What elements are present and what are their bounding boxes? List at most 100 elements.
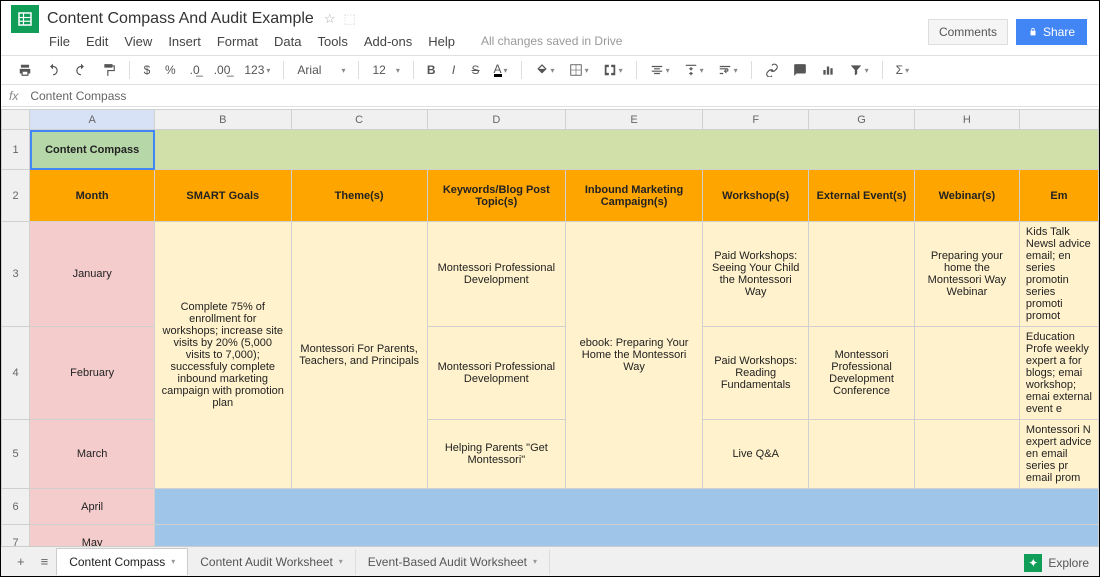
cell-I5[interactable]: Montessori N expert advice en email seri… <box>1019 420 1098 489</box>
column-header-D[interactable]: D <box>427 110 565 130</box>
cell-E3[interactable]: ebook: Preparing Your Home the Montessor… <box>565 222 702 489</box>
print-icon[interactable] <box>13 60 37 80</box>
cell-F3[interactable]: Paid Workshops: Seeing Your Child the Mo… <box>703 222 809 327</box>
sheet-tab-content-compass[interactable]: Content Compass▾ <box>56 548 188 575</box>
column-header-G[interactable]: G <box>809 110 915 130</box>
filter-icon[interactable]: ▾ <box>844 60 874 80</box>
chevron-down-icon[interactable]: ▾ <box>533 557 537 566</box>
formula-content[interactable]: Content Compass <box>30 89 126 103</box>
menu-addons[interactable]: Add-ons <box>364 34 412 49</box>
row-header-5[interactable]: 5 <box>2 420 30 489</box>
merge-cells-icon[interactable]: ▾ <box>598 60 628 80</box>
star-icon[interactable]: ☆ <box>324 11 336 27</box>
cell-H5[interactable] <box>914 420 1019 489</box>
cell-B2[interactable]: SMART Goals <box>155 170 291 222</box>
italic-icon[interactable]: I <box>445 60 463 80</box>
menu-insert[interactable]: Insert <box>168 34 201 49</box>
font-family-dropdown[interactable]: Arial▾ <box>292 60 350 80</box>
horizontal-align-icon[interactable]: ▾ <box>645 60 675 80</box>
cell-I2[interactable]: Em <box>1019 170 1098 222</box>
decrease-decimal-icon[interactable]: .0̲ <box>185 60 205 80</box>
cell-A6[interactable]: April <box>30 489 155 525</box>
vertical-align-icon[interactable]: ▾ <box>679 60 709 80</box>
column-header-I[interactable] <box>1019 110 1098 130</box>
cell-B3[interactable]: Complete 75% of enrollment for workshops… <box>155 222 291 489</box>
insert-link-icon[interactable] <box>760 60 784 80</box>
insert-comment-icon[interactable] <box>788 60 812 80</box>
all-sheets-button[interactable]: ≡ <box>33 550 57 573</box>
insert-chart-icon[interactable] <box>816 60 840 80</box>
undo-icon[interactable] <box>41 60 65 80</box>
menu-file[interactable]: File <box>49 34 70 49</box>
cell-B6[interactable] <box>155 489 1099 525</box>
menu-tools[interactable]: Tools <box>317 34 347 49</box>
cell-F4[interactable]: Paid Workshops: Reading Fundamentals <box>703 327 809 420</box>
cell-A4[interactable]: February <box>30 327 155 420</box>
row-header-4[interactable]: 4 <box>2 327 30 420</box>
column-header-F[interactable]: F <box>703 110 809 130</box>
chevron-down-icon[interactable]: ▾ <box>339 557 343 566</box>
select-all-corner[interactable] <box>2 110 30 130</box>
cell-I3[interactable]: Kids Talk Newsl advice email; en series … <box>1019 222 1098 327</box>
menu-edit[interactable]: Edit <box>86 34 108 49</box>
column-header-B[interactable]: B <box>155 110 291 130</box>
cell-G5[interactable] <box>809 420 915 489</box>
cell-D3[interactable]: Montessori Professional Development <box>427 222 565 327</box>
cell-G3[interactable] <box>809 222 915 327</box>
share-button[interactable]: Share <box>1016 19 1087 45</box>
sheet-tab-event-audit[interactable]: Event-Based Audit Worksheet▾ <box>356 549 550 575</box>
add-sheet-button[interactable]: + <box>9 550 33 573</box>
cell-G2[interactable]: External Event(s) <box>809 170 915 222</box>
cell-D4[interactable]: Montessori Professional Development <box>427 327 565 420</box>
cell-A1[interactable]: Content Compass <box>30 130 155 170</box>
cell-I4[interactable]: Education Profe weekly expert a for blog… <box>1019 327 1098 420</box>
cell-F2[interactable]: Workshop(s) <box>703 170 809 222</box>
column-header-E[interactable]: E <box>565 110 702 130</box>
fill-color-icon[interactable]: ▾ <box>530 60 560 80</box>
document-title[interactable]: Content Compass And Audit Example <box>47 10 314 28</box>
menu-data[interactable]: Data <box>274 34 301 49</box>
spreadsheet-grid[interactable]: A B C D E F G H 1 Content Compass 2 Mont… <box>1 109 1099 546</box>
row-header-6[interactable]: 6 <box>2 489 30 525</box>
cell-A2[interactable]: Month <box>30 170 155 222</box>
column-header-C[interactable]: C <box>291 110 427 130</box>
currency-icon[interactable]: $ <box>138 60 156 80</box>
cell-H2[interactable]: Webinar(s) <box>914 170 1019 222</box>
cell-C3[interactable]: Montessori For Parents, Teachers, and Pr… <box>291 222 427 489</box>
column-header-H[interactable]: H <box>914 110 1019 130</box>
text-wrap-icon[interactable]: ▾ <box>713 60 743 80</box>
redo-icon[interactable] <box>69 60 93 80</box>
row-header-1[interactable]: 1 <box>2 130 30 170</box>
cell-H3[interactable]: Preparing your home the Montessori Way W… <box>914 222 1019 327</box>
number-format-dropdown[interactable]: 123▾ <box>239 60 275 80</box>
percent-icon[interactable]: % <box>160 60 181 80</box>
increase-decimal-icon[interactable]: .00̲ <box>209 60 236 80</box>
cell-E2[interactable]: Inbound Marketing Campaign(s) <box>565 170 702 222</box>
cell-F5[interactable]: Live Q&A <box>703 420 809 489</box>
row-header-3[interactable]: 3 <box>2 222 30 327</box>
column-header-A[interactable]: A <box>30 110 155 130</box>
bold-icon[interactable]: B <box>422 60 441 80</box>
cell-A7[interactable]: May <box>30 525 155 547</box>
strikethrough-icon[interactable]: S <box>467 60 485 80</box>
text-color-icon[interactable]: A▾ <box>489 61 513 80</box>
borders-icon[interactable]: ▾ <box>564 60 594 80</box>
menu-view[interactable]: View <box>124 34 152 49</box>
cell-A5[interactable]: March <box>30 420 155 489</box>
row-header-7[interactable]: 7 <box>2 525 30 547</box>
functions-icon[interactable]: Σ▾ <box>891 60 914 80</box>
formula-bar[interactable]: fx Content Compass <box>1 85 1099 107</box>
menu-format[interactable]: Format <box>217 34 258 49</box>
explore-button[interactable]: ✦ Explore <box>1024 554 1089 572</box>
cell-B7[interactable] <box>155 525 1099 547</box>
cell-B1[interactable] <box>155 130 1099 170</box>
cell-A3[interactable]: January <box>30 222 155 327</box>
cell-H4[interactable] <box>914 327 1019 420</box>
sheets-app-icon[interactable] <box>11 5 39 33</box>
comments-button[interactable]: Comments <box>928 19 1008 45</box>
chevron-down-icon[interactable]: ▾ <box>171 557 175 566</box>
cell-D2[interactable]: Keywords/Blog Post Topic(s) <box>427 170 565 222</box>
sheet-tab-content-audit[interactable]: Content Audit Worksheet▾ <box>188 549 356 575</box>
cell-C2[interactable]: Theme(s) <box>291 170 427 222</box>
cell-G4[interactable]: Montessori Professional Development Conf… <box>809 327 915 420</box>
